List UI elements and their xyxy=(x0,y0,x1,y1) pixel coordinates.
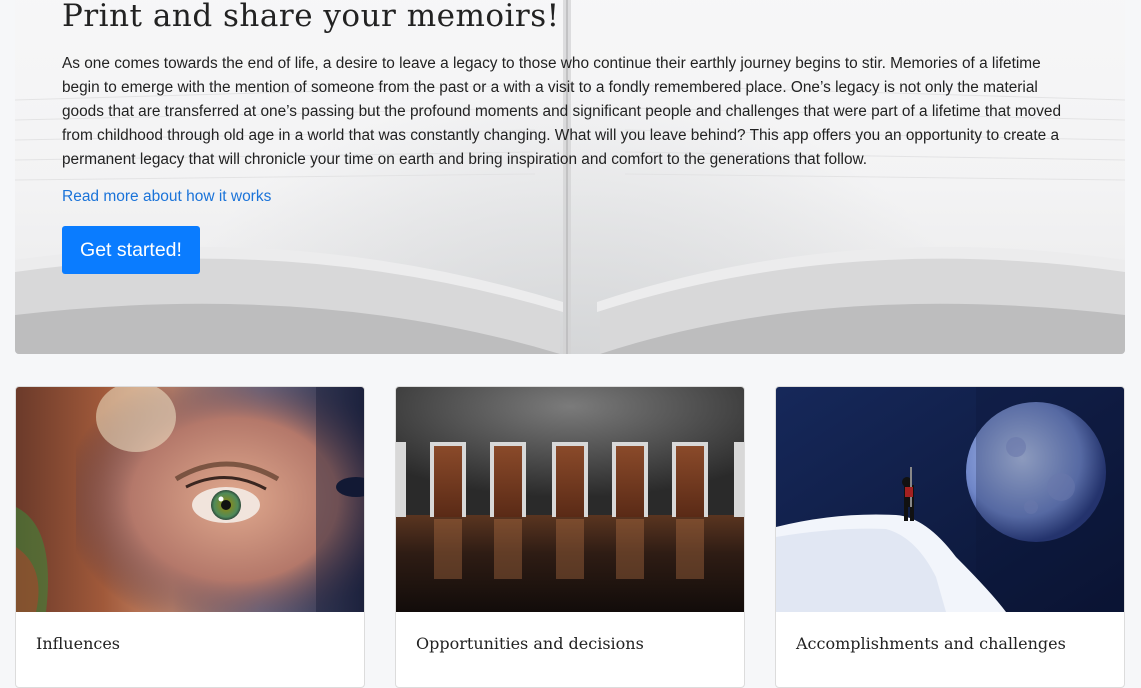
card-influences[interactable]: Influences xyxy=(15,386,365,688)
get-started-button[interactable]: Get started! xyxy=(62,226,200,274)
hero-banner: Print and share your memoirs! As one com… xyxy=(15,0,1125,354)
doors-hallway-image xyxy=(396,387,744,612)
page-title: Print and share your memoirs! xyxy=(62,0,560,34)
card-opportunities[interactable]: Opportunities and decisions xyxy=(395,386,745,688)
card-title: Influences xyxy=(36,634,121,653)
card-accomplishments[interactable]: Accomplishments and challenges xyxy=(775,386,1125,688)
read-more-link[interactable]: Read more about how it works xyxy=(62,188,271,206)
child-eye-image xyxy=(16,387,364,612)
hero-description: As one comes towards the end of life, a … xyxy=(62,55,1062,168)
card-title: Accomplishments and challenges xyxy=(796,634,1066,653)
card-title: Opportunities and decisions xyxy=(416,634,644,653)
mountain-climber-moon-image xyxy=(776,387,1124,612)
